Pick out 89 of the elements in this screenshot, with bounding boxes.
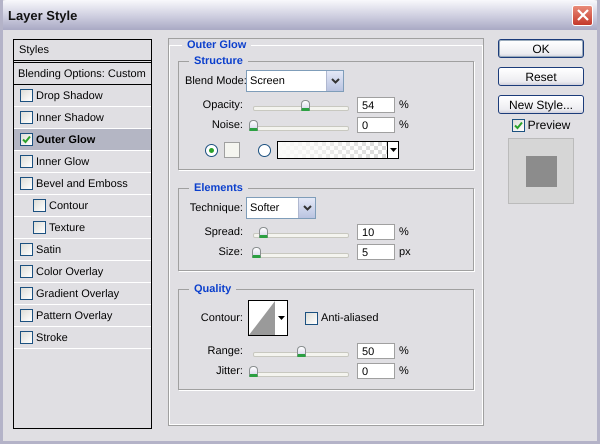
section-title: Outer Glow	[186, 39, 248, 51]
field-label: Contour:	[200, 312, 243, 324]
field-label: Technique:	[188, 202, 243, 214]
section-title: Structure	[193, 55, 244, 67]
checkbox[interactable]	[20, 89, 33, 102]
style-label: Satin	[36, 244, 62, 256]
style-label: Drop Shadow	[36, 90, 103, 102]
checkbox[interactable]	[33, 199, 46, 212]
checkbox[interactable]	[20, 133, 33, 146]
field-label: Opacity:	[202, 99, 243, 111]
technique-dropdown[interactable]: Softer	[246, 197, 316, 219]
value-field[interactable]: 0	[357, 117, 395, 133]
checkbox[interactable]	[20, 331, 33, 344]
slider-thumb[interactable]	[249, 366, 258, 377]
style-label: Inner Glow	[36, 156, 90, 168]
field-label: Jitter:	[215, 365, 243, 377]
style-item[interactable]: Gradient Overlay	[14, 283, 151, 305]
checkbox-label: Preview	[528, 118, 570, 132]
style-item[interactable]: Color Overlay	[14, 261, 151, 283]
style-item[interactable]: Bevel and Emboss	[14, 173, 151, 195]
dialog-button[interactable]: Reset	[498, 67, 584, 86]
style-item[interactable]: Pattern Overlay	[14, 305, 151, 327]
style-label: Gradient Overlay	[36, 288, 120, 300]
window-title: Layer Style	[8, 8, 78, 22]
field-label: Noise:	[210, 119, 243, 131]
gradient-picker[interactable]	[277, 141, 399, 159]
section-title: Elements	[193, 182, 244, 194]
checkbox-label: Anti-aliased	[321, 312, 378, 324]
slider-thumb[interactable]	[300, 100, 310, 111]
close-icon	[576, 9, 588, 21]
style-label: Pattern Overlay	[36, 310, 112, 322]
section-title: Quality	[193, 283, 232, 295]
checkbox[interactable]	[20, 111, 33, 124]
checkbox[interactable]	[20, 177, 33, 190]
checkbox[interactable]	[20, 309, 33, 322]
unit-label: %	[399, 226, 409, 238]
style-item[interactable]: Stroke	[14, 327, 151, 349]
checkbox[interactable]	[33, 221, 46, 234]
style-item[interactable]: Inner Glow	[14, 151, 151, 173]
color-swatch[interactable]	[224, 142, 240, 158]
list-header: Styles	[14, 40, 151, 63]
unit-label: %	[399, 345, 409, 357]
style-item[interactable]: Drop Shadow	[14, 85, 151, 107]
style-label: Bevel and Emboss	[36, 178, 128, 190]
style-item[interactable]: Texture	[14, 217, 151, 239]
style-label: Color Overlay	[36, 266, 104, 278]
radio-button[interactable]	[205, 144, 218, 156]
contour-picker[interactable]	[248, 300, 288, 336]
style-item[interactable]: Satin	[14, 239, 151, 261]
field-label: Range:	[206, 345, 243, 357]
field-label: Spread:	[203, 226, 243, 238]
style-label: Outer Glow	[36, 134, 96, 146]
close-button[interactable]	[572, 4, 593, 26]
unit-label: %	[399, 365, 409, 377]
checkbox[interactable]	[20, 287, 33, 300]
value-field[interactable]: 50	[357, 343, 395, 359]
unit-label: px	[399, 246, 411, 258]
caret-icon	[330, 78, 340, 84]
caret-icon	[278, 316, 284, 320]
style-item[interactable]: Outer Glow	[14, 129, 151, 151]
unit-label: %	[399, 99, 409, 111]
preview-thumbnail	[508, 138, 574, 204]
style-label: Stroke	[36, 332, 68, 344]
unit-label: %	[399, 119, 409, 131]
slider-thumb[interactable]	[297, 346, 306, 357]
slider-thumb[interactable]	[258, 227, 268, 238]
dialog-button[interactable]: OK	[498, 39, 584, 58]
caret-icon	[390, 148, 396, 152]
value-field[interactable]: 10	[357, 224, 395, 240]
style-label: Texture	[49, 222, 86, 234]
checkbox[interactable]	[20, 265, 33, 278]
checkbox[interactable]	[305, 312, 318, 324]
value-field[interactable]: 54	[357, 97, 395, 113]
checkbox[interactable]	[20, 243, 33, 256]
blend-mode-dropdown[interactable]: Screen	[246, 70, 344, 92]
checkbox[interactable]	[20, 155, 33, 168]
slider-thumb[interactable]	[249, 120, 258, 131]
checkbox[interactable]	[512, 118, 525, 132]
field-label: Size:	[218, 246, 243, 258]
value-field[interactable]: 0	[357, 363, 395, 379]
style-label: Inner Shadow	[36, 112, 104, 124]
value-field[interactable]: 5	[357, 244, 395, 260]
caret-icon	[302, 205, 312, 211]
style-item[interactable]: Contour	[14, 195, 151, 217]
radio-button[interactable]	[258, 144, 271, 156]
dialog-button[interactable]: New Style...	[498, 95, 584, 114]
style-item[interactable]: Blending Options: Custom	[14, 63, 151, 85]
slider-thumb[interactable]	[252, 247, 261, 258]
style-label: Contour	[49, 200, 88, 212]
